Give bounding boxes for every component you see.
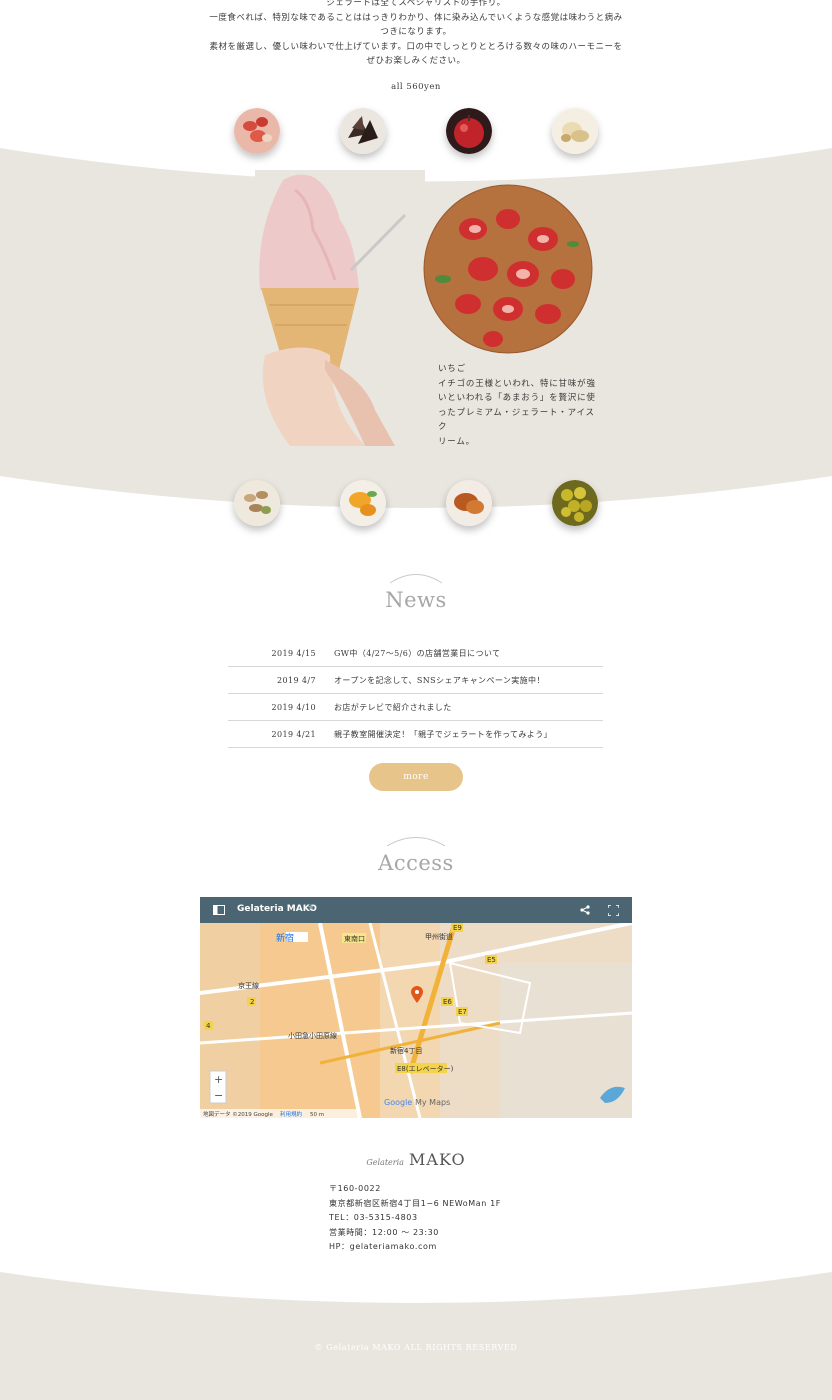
more-button[interactable]: more — [369, 763, 463, 791]
feature-desc-line: イチゴの王様といわれ、特に甘味が強 — [438, 378, 596, 389]
map-terms-link[interactable]: 利用規約 — [280, 1110, 303, 1118]
shop-hours: 営業時間：12:00 〜 23:30 — [329, 1227, 439, 1237]
zoom-out-button[interactable]: − — [214, 1089, 223, 1102]
brand-big: MAKO — [409, 1150, 466, 1169]
news-text[interactable]: GW中（4/27〜5/6）の店舗営業日について — [334, 648, 500, 659]
map-label-odakyu: 小田急小田原線 — [288, 1031, 337, 1040]
map-label-4: 4 — [206, 1022, 211, 1030]
news-date: 2019 4/10 — [271, 702, 316, 712]
map-label-keio: 京王線 — [238, 981, 259, 990]
mango-icon[interactable] — [340, 480, 386, 526]
share-icon[interactable] — [580, 905, 590, 915]
map-label-2: 2 — [250, 998, 254, 1006]
news-item[interactable]: 2019 4/10 お店がテレビで紹介されました — [228, 694, 603, 721]
news-list: 2019 4/15 GW中（4/27〜5/6）の店舗営業日について 2019 4… — [228, 640, 603, 748]
fullscreen-icon[interactable] — [608, 905, 619, 916]
apple-icon[interactable] — [446, 108, 492, 154]
ice-cream-photo — [255, 170, 425, 446]
map-header: Gelateria MAKO ★ — [200, 897, 632, 923]
shop-tel[interactable]: TEL：03-5315-4803 — [329, 1211, 501, 1226]
map-label-e9: E9 — [453, 924, 462, 932]
news-date: 2019 4/15 — [271, 648, 316, 658]
news-title-arc — [389, 574, 443, 584]
footer-brand-logo: Gelateria MAKO — [0, 1150, 832, 1169]
map-title[interactable]: Gelateria MAKO — [237, 904, 317, 914]
map-scale: 50 m — [310, 1112, 324, 1118]
zoom-in-button[interactable]: + — [214, 1073, 223, 1086]
news-text[interactable]: 親子教室開催決定！「親子でジェラートを作ってみよう」 — [334, 729, 552, 740]
feature-desc-line: ったプレミアム・ジェラート・アイスク — [438, 407, 595, 433]
news-date: 2019 4/21 — [271, 729, 316, 739]
news-item[interactable]: 2019 4/21 親子教室開催決定！「親子でジェラートを作ってみよう」 — [228, 721, 603, 748]
shop-hp[interactable]: HP：gelateriamako.com — [329, 1240, 501, 1255]
shop-address: 東京都新宿区新宿4丁目1−6 NEWoMan 1F — [329, 1198, 501, 1208]
star-icon[interactable]: ★ — [307, 903, 315, 913]
chocolate-icon[interactable] — [340, 108, 386, 154]
map-label-e7: E7 — [458, 1008, 467, 1016]
banana-icon[interactable] — [552, 108, 598, 154]
mymaps-logo: My Maps — [415, 1098, 450, 1107]
feature-description: いちご イチゴの王様といわれ、特に甘味が強 いといわれる「あまおう」を贅沢に使 … — [438, 362, 603, 449]
news-title: News — [385, 588, 447, 612]
map-canvas[interactable]: 新宿 東南口 甲州街道 E9 E5 E6 E7 2 4 E8(エレベーター) 新… — [200, 923, 632, 1118]
map-attribution: 地図データ ©2019 Google — [203, 1110, 274, 1118]
strawberry-icon[interactable] — [234, 108, 280, 154]
sidebar-toggle-icon[interactable] — [213, 905, 225, 915]
access-title: Access — [378, 851, 454, 875]
caramel-icon[interactable] — [446, 480, 492, 526]
map-label-station: 新宿 — [276, 932, 294, 944]
footer-background — [0, 1272, 832, 1400]
shop-postal: 〒160-0022 — [329, 1184, 381, 1193]
access-title-arc — [386, 837, 446, 847]
news-item[interactable]: 2019 4/15 GW中（4/27〜5/6）の店舗営業日について — [228, 640, 603, 667]
map-label-e6: E6 — [443, 998, 452, 1006]
map-embed[interactable]: 新宿 東南口 甲州街道 E9 E5 E6 E7 2 4 E8(エレベーター) 新… — [200, 897, 632, 1118]
news-date: 2019 4/7 — [277, 675, 316, 685]
map-label-east-exit: 東南口 — [344, 934, 365, 943]
news-item[interactable]: 2019 4/7 オープンを記念して、SNSシェアキャンペーン実施中！ — [228, 667, 603, 694]
shop-info: 〒160-0022 東京都新宿区新宿4丁目1−6 NEWoMan 1F TEL：… — [329, 1182, 501, 1255]
brand-small: Gelateria — [366, 1158, 404, 1167]
strawberry-feature-photo — [423, 184, 593, 354]
map-label-shinjuku4: 新宿4丁目 — [390, 1046, 422, 1055]
news-text[interactable]: オープンを記念して、SNSシェアキャンペーン実施中！ — [334, 675, 545, 686]
feature-desc-line: いといわれる「あまおう」を贅沢に使 — [438, 393, 596, 403]
map-label-elevator: E8(エレベーター) — [397, 1064, 454, 1073]
google-logo: Google — [384, 1098, 412, 1107]
pistachio-icon[interactable] — [234, 480, 280, 526]
map-label-e5: E5 — [487, 956, 496, 964]
copyright: © Gelateria MAKO ALL RIGHTS RESERVED — [314, 1343, 518, 1352]
feature-desc-line: リーム。 — [438, 436, 475, 447]
feature-name: いちご — [438, 364, 466, 374]
news-text[interactable]: お店がテレビで紹介されました — [334, 702, 452, 713]
citrus-icon[interactable] — [552, 480, 598, 526]
map-label-koshu: 甲州街道 — [425, 932, 453, 941]
